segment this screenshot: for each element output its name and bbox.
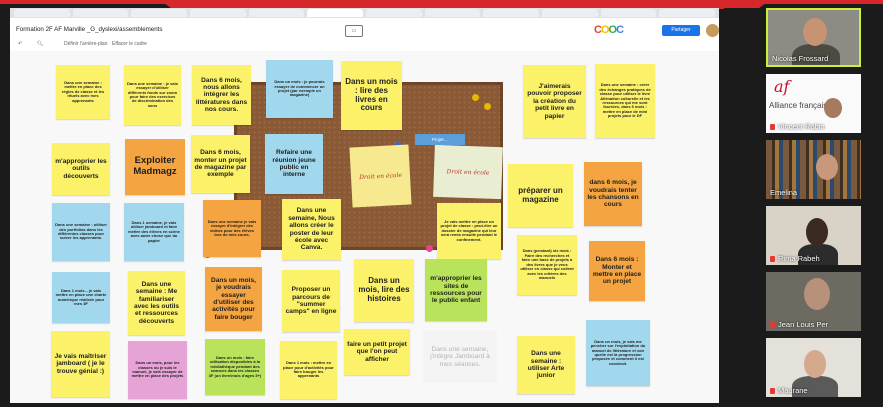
sticky-note[interactable]: Dans une semaine : créer des échanges pr… bbox=[595, 64, 655, 138]
sticky-note[interactable]: dans 6 mois, je voudrais tenter les chan… bbox=[584, 162, 642, 226]
sticky-note[interactable]: m'approprier les outils découverts bbox=[52, 143, 110, 195]
paper-note: Droit en école bbox=[349, 144, 412, 208]
mic-muted-icon bbox=[770, 256, 775, 262]
sticky-note[interactable]: Dans un mois, je vais me pencher sur l'e… bbox=[586, 320, 650, 386]
sticky-note[interactable]: Dans un mois, lire des histoires bbox=[354, 259, 414, 322]
participant-name: Vincent Robin bbox=[770, 122, 825, 131]
sticky-note[interactable]: Dans un mois : lire des livres en cours bbox=[341, 61, 402, 130]
mic-muted-icon bbox=[770, 322, 775, 328]
sticky-note[interactable]: Dans un mois : faire utilisation disponi… bbox=[205, 339, 265, 395]
sticky-note[interactable]: faire un petit projet que l'on peut affi… bbox=[344, 329, 410, 375]
sticky-note[interactable]: Je vais mettre en place un projet de cla… bbox=[437, 203, 501, 259]
sticky-note[interactable]: Dans 1 mois... je vais mettre en place u… bbox=[52, 272, 110, 323]
browser-tab[interactable] bbox=[366, 9, 422, 17]
account-avatar[interactable] bbox=[705, 23, 719, 38]
browser-tab[interactable] bbox=[483, 9, 540, 17]
sticky-note[interactable]: Dans un mois, je voudrais essayer d'util… bbox=[205, 267, 262, 331]
sticky-note[interactable]: Dans un mois : je pourrais essayer de co… bbox=[266, 60, 333, 118]
alliance-logo-icon: af bbox=[774, 77, 790, 96]
participant-video-tile[interactable]: af Alliance française Vincent Robin bbox=[766, 74, 861, 133]
browser-tab[interactable] bbox=[600, 9, 657, 17]
participant-face bbox=[804, 278, 830, 310]
sticky-note[interactable]: Dans une semaine : mettre en place des r… bbox=[56, 65, 110, 119]
browser-tab[interactable] bbox=[542, 9, 598, 17]
pushpin-icon bbox=[426, 245, 433, 252]
sticky-note[interactable]: Dans 6 mois : Monter et mettre en place … bbox=[589, 241, 645, 301]
participants-panel: Nicolas Frossard af Alliance française V… bbox=[724, 8, 883, 403]
paper-note: Droit en école bbox=[433, 144, 503, 200]
tab-strip bbox=[10, 8, 719, 18]
sticky-note[interactable]: Dans 1 mois : mettre en place pour d'act… bbox=[280, 341, 337, 399]
browser-tab[interactable] bbox=[190, 9, 246, 17]
jamboard-canvas[interactable]: Projet… Droit en école Droit en école Da… bbox=[10, 51, 719, 403]
sticky-note[interactable]: Dans 1 semaine, je vais utiliser jamboar… bbox=[124, 203, 184, 261]
sticky-note[interactable]: Dans une semaine : je vais essayer d'uti… bbox=[124, 65, 181, 125]
browser-tab[interactable] bbox=[248, 9, 305, 17]
sticky-note[interactable]: Dans (pendant) six mois : Faire des rech… bbox=[517, 235, 577, 295]
sticky-note[interactable]: Refaire une réunion jeune public en inte… bbox=[265, 134, 323, 194]
alliance-logo-text: Alliance française bbox=[769, 101, 832, 110]
sticky-note[interactable]: Dans 6 mois, monter un projet de magazin… bbox=[191, 135, 250, 193]
sticky-note[interactable]: préparer un magazine bbox=[508, 164, 573, 227]
browser-tab[interactable] bbox=[131, 9, 188, 17]
sticky-note[interactable]: J'aimerais pouvoir proposer la création … bbox=[523, 65, 586, 138]
sticky-note[interactable]: Dans une semaine : Me familiariser avec … bbox=[128, 271, 185, 335]
browser-tab-active[interactable] bbox=[307, 9, 364, 17]
sticky-note[interactable]: Je vais maîtriser jamboard ( je le trouv… bbox=[51, 331, 110, 397]
mic-muted-icon bbox=[770, 388, 775, 394]
sticky-note[interactable]: Dans une semaine je vais essayer d'intég… bbox=[203, 200, 261, 257]
participant-face bbox=[804, 350, 826, 378]
participant-face bbox=[816, 154, 838, 180]
browser-tab[interactable] bbox=[14, 9, 70, 17]
pushpin-icon bbox=[472, 94, 479, 101]
participant-name: Rima Rabeh bbox=[770, 254, 820, 263]
sticky-note[interactable]: Dans une semaine : utiliser des portfoli… bbox=[52, 203, 110, 261]
browser-window: Formation 2F AF Marville _G_dyslexi/asse… bbox=[10, 8, 719, 403]
participant-name: Maurane bbox=[770, 386, 808, 395]
corkboard-banner: Projet… bbox=[415, 134, 465, 145]
sticky-note[interactable]: Dans une semaine, Nous allons créer le p… bbox=[282, 199, 341, 260]
browser-tab[interactable] bbox=[72, 9, 129, 17]
browser-tab[interactable] bbox=[424, 9, 481, 17]
participant-name: Emelina bbox=[770, 188, 798, 197]
participant-name: Jean Louis Per bbox=[770, 320, 828, 329]
participant-video-tile[interactable]: Maurane bbox=[766, 338, 861, 397]
sticky-note[interactable]: Dans un mois, pour les classes où je sui… bbox=[128, 341, 187, 399]
sticky-note[interactable]: m'approprier les sites de ressources pou… bbox=[425, 259, 487, 321]
share-button[interactable]: Partager bbox=[662, 25, 700, 36]
pushpin-icon bbox=[484, 103, 491, 110]
participant-video-tile[interactable]: Jean Louis Per bbox=[766, 272, 861, 331]
clear-frame-button[interactable]: Effacer le cadre bbox=[112, 41, 147, 47]
participant-face bbox=[806, 218, 828, 246]
participant-name: Nicolas Frossard bbox=[772, 54, 829, 63]
sticky-note[interactable]: Dans 6 mois, nous allons intégrer les li… bbox=[192, 65, 251, 125]
set-background-button[interactable]: Définir l'arrière-plan bbox=[64, 41, 107, 47]
participant-video-tile[interactable]: Nicolas Frossard bbox=[766, 8, 861, 67]
brand-logo: COOC bbox=[594, 24, 624, 36]
participant-video-tile[interactable]: Rima Rabeh bbox=[766, 206, 861, 265]
sticky-note-faded[interactable]: Dans une semaine, j'intègre Jamboard à m… bbox=[423, 331, 497, 383]
participant-video-tile[interactable]: Emelina bbox=[766, 140, 861, 199]
zoom-icon[interactable]: 🔍︎ bbox=[37, 41, 43, 47]
participant-face bbox=[803, 18, 827, 46]
sticky-note[interactable]: Exploiter Madmagz bbox=[125, 139, 185, 195]
document-title[interactable]: Formation 2F AF Marville _G_dyslexi/asse… bbox=[16, 26, 163, 33]
sticky-note[interactable]: Dans une semaine : utiliser Arte junior bbox=[517, 336, 575, 394]
undo-icon[interactable]: ↶ bbox=[18, 41, 22, 47]
frame-navigator[interactable]: ▭ bbox=[345, 25, 363, 37]
toolbar: ↶ 🔍︎ Définir l'arrière-plan Effacer le c… bbox=[10, 41, 719, 50]
participant-face bbox=[824, 98, 842, 118]
sticky-note[interactable]: Proposer un parcours de "summer camps" e… bbox=[282, 270, 340, 332]
browser-tab[interactable] bbox=[659, 9, 716, 17]
mic-muted-icon bbox=[770, 124, 775, 130]
